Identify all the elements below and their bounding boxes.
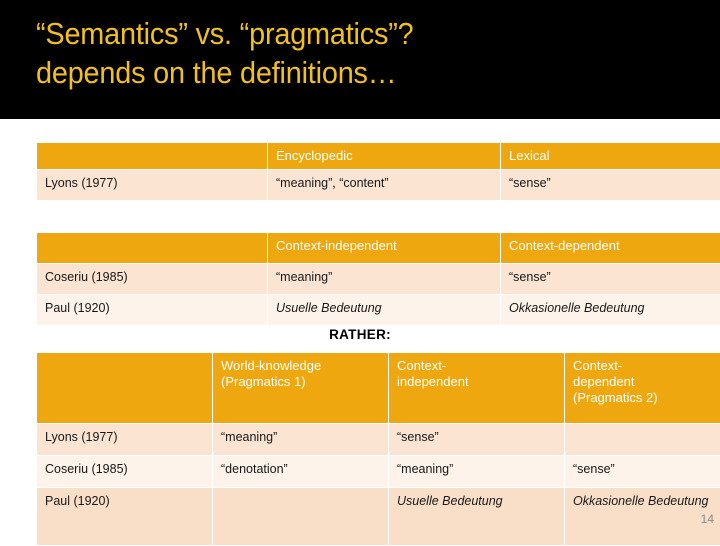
table-row: Coseriu (1985) “denotation” “meaning” “s… <box>37 456 720 487</box>
table3-r2-c1 <box>213 488 388 545</box>
table3-r2-c2: Usuelle Bedeutung <box>389 488 564 545</box>
page-number: 14 <box>700 512 714 526</box>
table3-header-context-independent-line1: Context- <box>397 358 447 373</box>
table3-header-world-knowledge-line1: World-knowledge <box>221 358 322 373</box>
rather-label: RATHER: <box>329 327 391 342</box>
table3-r1-c1: “denotation” <box>213 456 388 487</box>
table1-r0-c2: “sense” <box>501 170 720 200</box>
table2-r1-c0: Paul (1920) <box>37 295 267 325</box>
definitions-table-2: Context-independent Context-dependent Co… <box>36 232 720 326</box>
table3-header-blank <box>37 353 212 423</box>
table-header-row: World-knowledge (Pragmatics 1) Context- … <box>37 353 720 423</box>
table2-r1-c1: Usuelle Bedeutung <box>268 295 500 325</box>
page-title-line-2: depends on the definitions… <box>36 55 397 90</box>
table3-header-world-knowledge-line2: (Pragmatics 1) <box>221 374 306 389</box>
table1-r0-c0: Lyons (1977) <box>37 170 267 200</box>
table3-header-context-dependent-line3: (Pragmatics 2) <box>573 390 658 405</box>
table2-header-blank <box>37 233 267 263</box>
table2-r0-c2: “sense” <box>501 264 720 294</box>
table3-header-context-independent: Context- independent <box>389 353 564 423</box>
table-row: Paul (1920) Usuelle Bedeutung Okkasionel… <box>37 488 720 545</box>
table3-r1-c0: Coseriu (1985) <box>37 456 212 487</box>
table3-r0-c1: “meaning” <box>213 424 388 455</box>
table3-r0-c0: Lyons (1977) <box>37 424 212 455</box>
table3-r1-c3: “sense” <box>565 456 720 487</box>
table3-r2-c3: Okkasionelle Bedeutung <box>565 488 720 545</box>
table3-header-world-knowledge: World-knowledge (Pragmatics 1) <box>213 353 388 423</box>
table-row: Coseriu (1985) “meaning” “sense” <box>37 264 720 294</box>
table2-r1-c2: Okkasionelle Bedeutung <box>501 295 720 325</box>
table2-r0-c1: “meaning” <box>268 264 500 294</box>
table3-header-context-dependent-line1: Context- <box>573 358 623 373</box>
table3-r2-c0: Paul (1920) <box>37 488 212 545</box>
table-header-row: Context-independent Context-dependent <box>37 233 720 263</box>
title-banner: “Semantics” vs. “pragmatics”? depends on… <box>0 0 720 119</box>
table3-header-context-dependent: Context- dependent (Pragmatics 2) <box>565 353 720 423</box>
table1-header-blank <box>37 143 267 169</box>
table3-r0-c3 <box>565 424 720 455</box>
table-row: Lyons (1977) “meaning” “sense” <box>37 424 720 455</box>
definitions-table-3: World-knowledge (Pragmatics 1) Context- … <box>36 352 720 546</box>
table3-header-context-independent-line2: independent <box>397 374 469 389</box>
table-header-row: Encyclopedic Lexical <box>37 143 720 169</box>
table1-header-encyclopedic: Encyclopedic <box>268 143 500 169</box>
table2-header-context-independent: Context-independent <box>268 233 500 263</box>
table-row: Lyons (1977) “meaning”, “content” “sense… <box>37 170 720 200</box>
page-title-line-1: “Semantics” vs. “pragmatics”? <box>36 16 414 51</box>
table1-header-lexical: Lexical <box>501 143 720 169</box>
table3-r1-c2: “meaning” <box>389 456 564 487</box>
table3-r0-c2: “sense” <box>389 424 564 455</box>
table3-header-context-dependent-line2: dependent <box>573 374 635 389</box>
table1-r0-c1: “meaning”, “content” <box>268 170 500 200</box>
table2-r0-c0: Coseriu (1985) <box>37 264 267 294</box>
definitions-table-1: Encyclopedic Lexical Lyons (1977) “meani… <box>36 142 720 201</box>
table2-header-context-dependent: Context-dependent <box>501 233 720 263</box>
table-row: Paul (1920) Usuelle Bedeutung Okkasionel… <box>37 295 720 325</box>
